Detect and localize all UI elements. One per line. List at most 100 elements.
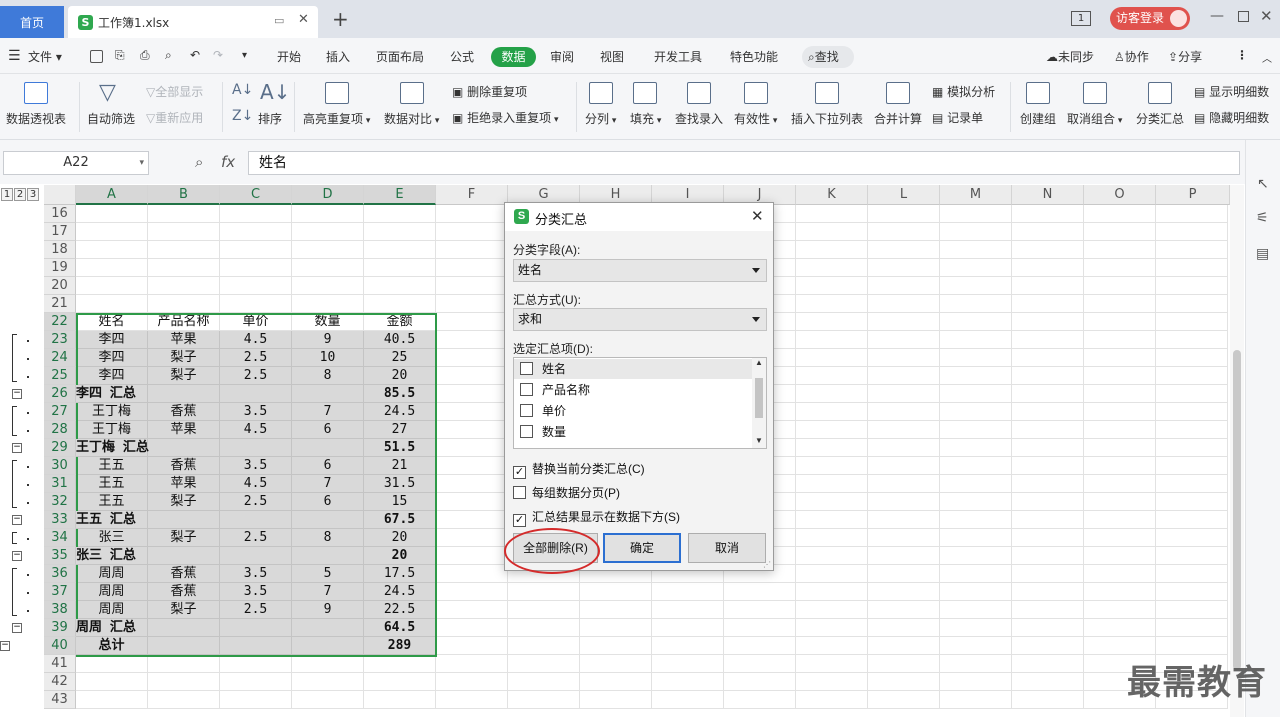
record-form-button[interactable]: ▤ 记录单 [932,109,983,126]
table-cell[interactable]: 王五 [76,457,148,475]
table-cell[interactable] [724,673,796,691]
table-cell[interactable] [796,349,868,367]
table-cell[interactable] [148,691,220,709]
table-cell[interactable] [1156,223,1228,241]
select-all-corner[interactable] [44,185,76,205]
table-cell[interactable] [1084,457,1156,475]
undo-icon[interactable]: ↶ [190,48,200,62]
table-cell[interactable] [940,547,1012,565]
table-cell[interactable] [868,547,940,565]
more-dropdown-icon[interactable]: ▾ [242,50,247,61]
table-cell[interactable] [868,277,940,295]
remove-duplicates-button[interactable]: ▣ 删除重复项 [452,83,527,100]
table-cell[interactable] [292,241,364,259]
table-cell[interactable] [220,691,292,709]
table-cell[interactable] [508,655,580,673]
table-cell[interactable] [796,367,868,385]
row-header[interactable]: 42 [44,673,76,691]
table-cell[interactable] [1084,439,1156,457]
collapse-group-button[interactable]: − [12,389,22,399]
cursor-icon[interactable]: ↖ [1257,176,1269,192]
table-cell[interactable] [940,565,1012,583]
table-cell[interactable] [436,367,508,385]
table-cell[interactable]: 4.5 [220,475,292,493]
row-header[interactable]: 30 [44,457,76,475]
table-cell[interactable] [220,259,292,277]
table-cell[interactable] [1084,313,1156,331]
fx-icon[interactable]: fx [221,153,235,171]
table-cell[interactable]: 3.5 [220,565,292,583]
clipboard-icon[interactable]: ▤ [1256,246,1269,262]
column-header[interactable]: D [292,185,364,205]
menu-special[interactable]: 特色功能 [730,48,778,65]
table-cell[interactable] [868,493,940,511]
table-cell[interactable] [1084,601,1156,619]
table-cell[interactable] [436,601,508,619]
table-cell[interactable] [1156,493,1228,511]
create-group-button[interactable]: 创建组 [1020,110,1056,127]
table-cell[interactable] [220,547,292,565]
table-cell[interactable] [436,547,508,565]
insert-dropdown-button[interactable]: 插入下拉列表 [791,110,863,127]
table-cell[interactable] [148,673,220,691]
row-header[interactable]: 19 [44,259,76,277]
table-cell[interactable] [868,691,940,709]
table-cell[interactable] [580,673,652,691]
table-cell[interactable]: 王丁梅 [76,421,148,439]
table-cell[interactable] [796,475,868,493]
table-cell[interactable]: 9 [292,331,364,349]
table-cell[interactable] [508,637,580,655]
table-cell[interactable] [652,601,724,619]
table-cell[interactable] [652,619,724,637]
table-cell[interactable] [364,691,436,709]
table-cell[interactable] [1084,547,1156,565]
table-cell[interactable] [148,277,220,295]
table-cell[interactable] [292,691,364,709]
table-cell[interactable] [1012,439,1084,457]
table-cell[interactable] [436,259,508,277]
dialog-close-icon[interactable]: ✕ [751,207,764,225]
table-cell[interactable] [1012,691,1084,709]
table-cell[interactable] [724,691,796,709]
table-cell[interactable]: 李四 [76,349,148,367]
table-cell[interactable] [292,385,364,403]
table-cell[interactable] [1012,601,1084,619]
table-cell[interactable] [868,421,940,439]
table-cell[interactable]: 2.5 [220,601,292,619]
table-cell[interactable] [364,241,436,259]
table-cell[interactable] [292,295,364,313]
table-cell[interactable] [1084,331,1156,349]
table-cell[interactable]: 7 [292,403,364,421]
table-cell[interactable] [1156,313,1228,331]
menu-view[interactable]: 视图 [600,48,624,65]
table-cell[interactable] [292,277,364,295]
table-cell[interactable]: 5 [292,565,364,583]
table-cell[interactable] [940,529,1012,547]
table-cell[interactable] [868,529,940,547]
table-cell[interactable] [220,439,292,457]
table-cell[interactable]: 周周 [76,601,148,619]
replace-option[interactable]: ✓ 替换当前分类汇总(C) [513,460,645,479]
row-header[interactable]: 33 [44,511,76,529]
table-cell[interactable] [508,673,580,691]
column-header[interactable]: A [76,185,148,205]
table-cell[interactable] [1156,565,1228,583]
table-cell[interactable]: 20 [364,367,436,385]
table-cell[interactable] [940,331,1012,349]
table-cell[interactable] [796,403,868,421]
table-cell[interactable] [1156,439,1228,457]
table-cell[interactable] [292,655,364,673]
row-header[interactable]: 32 [44,493,76,511]
table-cell[interactable] [1012,277,1084,295]
table-cell[interactable] [1084,223,1156,241]
table-cell[interactable] [940,313,1012,331]
table-cell[interactable] [868,601,940,619]
pagebreak-option[interactable]: 每组数据分页(P) [513,484,620,501]
table-cell[interactable] [940,223,1012,241]
table-cell[interactable] [868,619,940,637]
table-cell[interactable] [796,385,868,403]
table-cell[interactable]: 周周 [76,565,148,583]
table-cell[interactable]: 24.5 [364,403,436,421]
table-cell[interactable] [508,619,580,637]
monitor-icon[interactable]: ▭ [274,14,284,27]
